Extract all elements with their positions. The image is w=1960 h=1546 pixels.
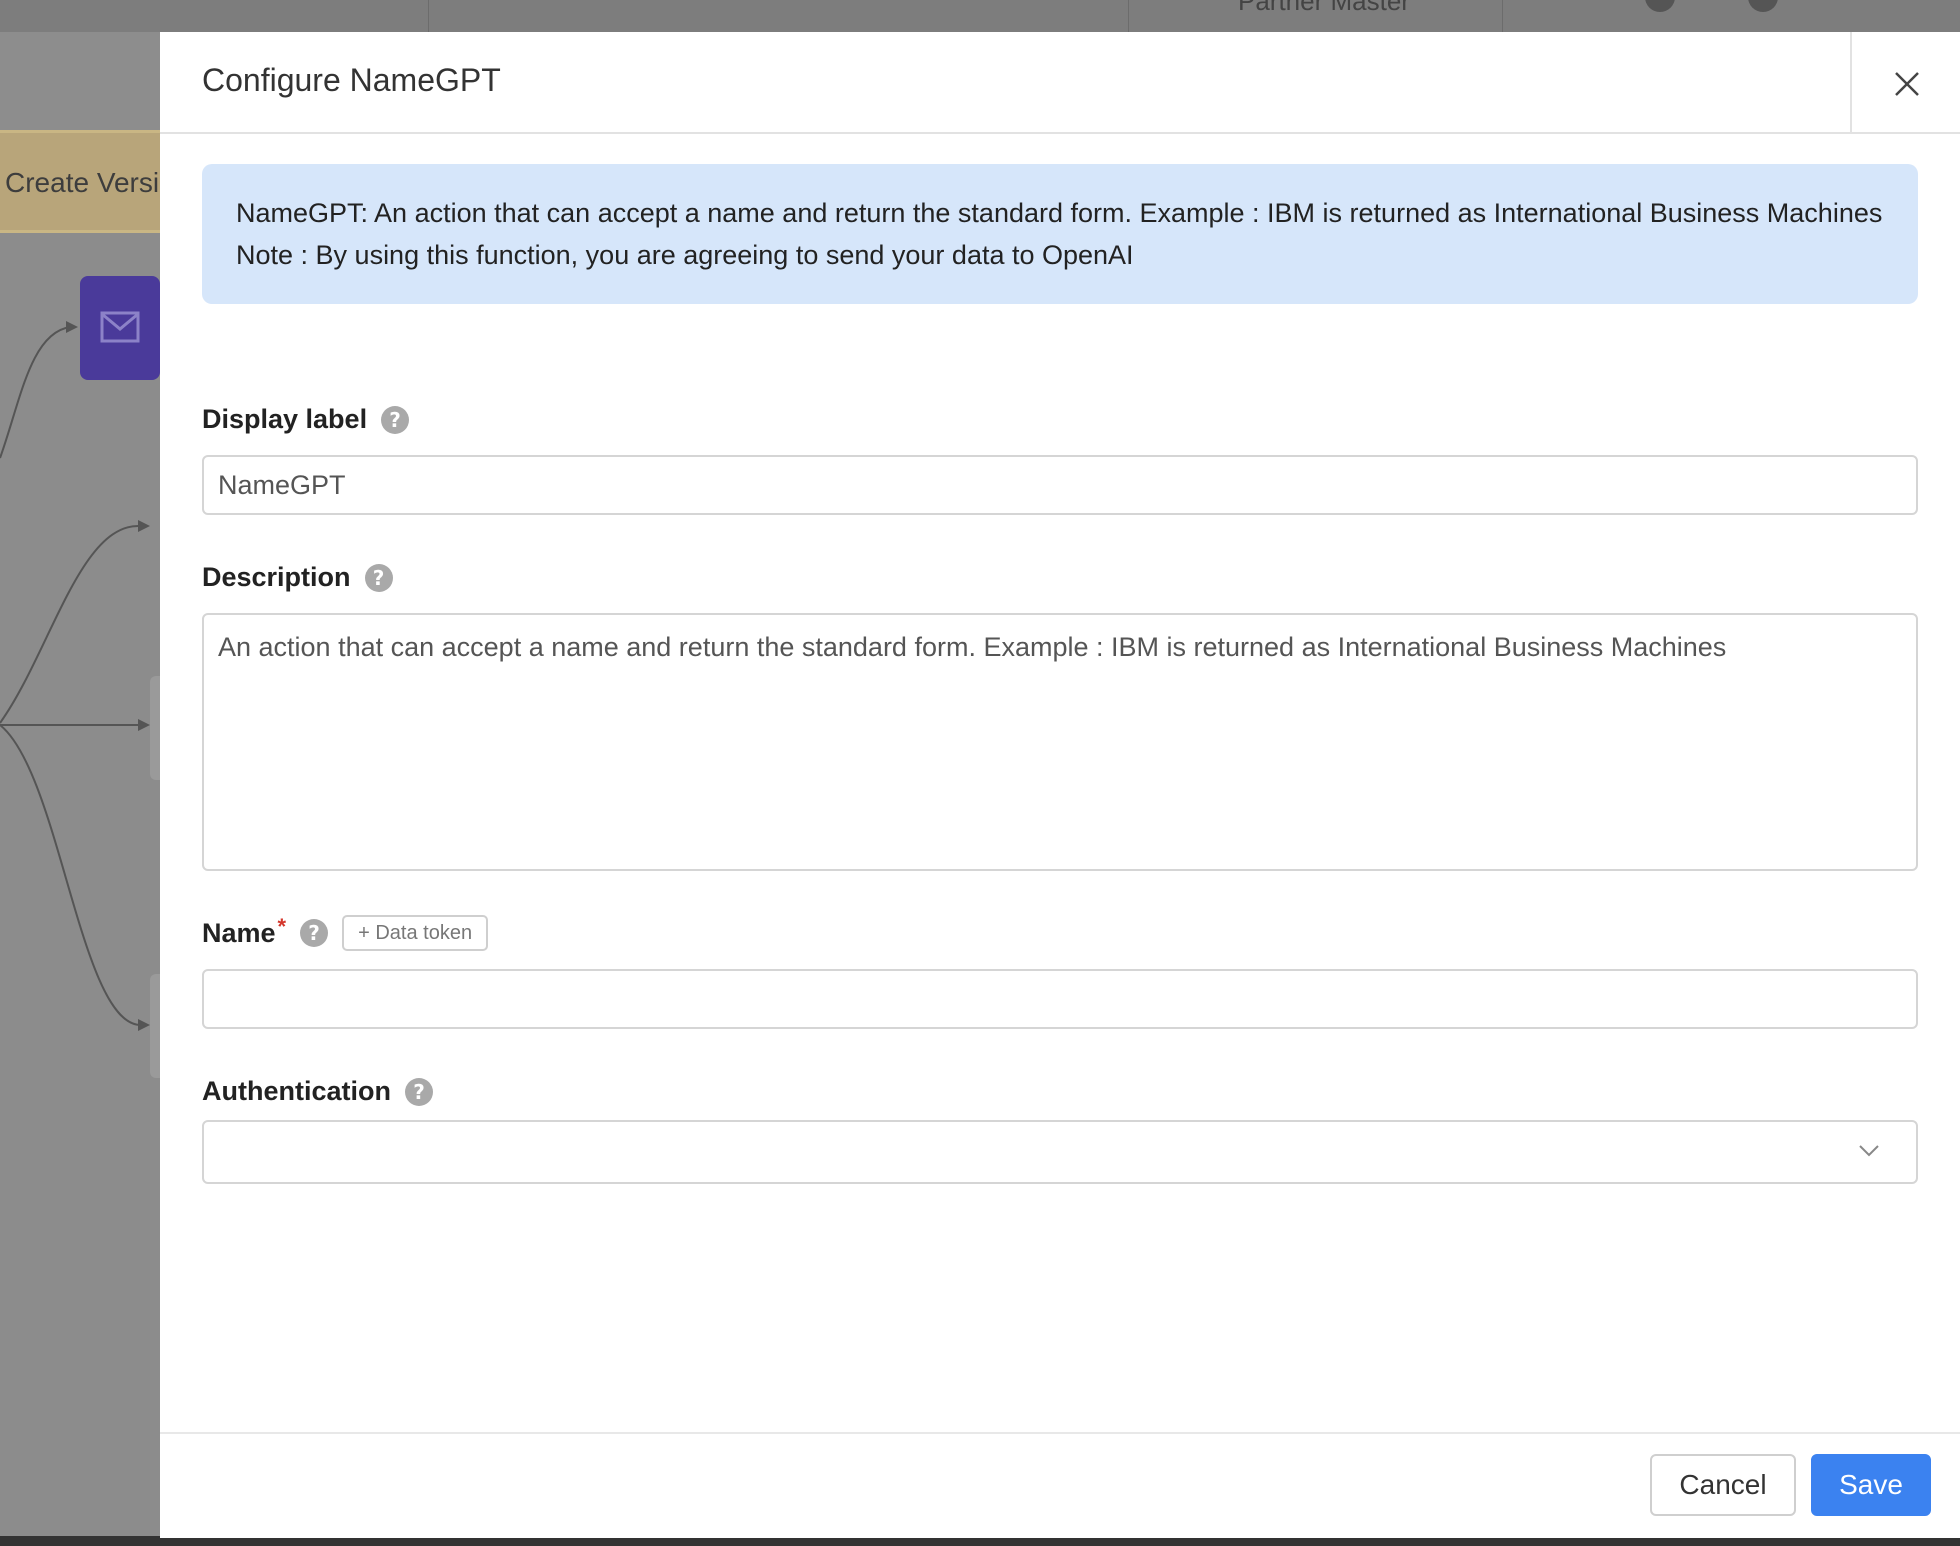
- description-textarea[interactable]: An action that can accept a name and ret…: [202, 613, 1918, 871]
- modal-header: Configure NameGPT: [160, 32, 1960, 134]
- name-label-text: Name: [202, 917, 276, 948]
- authentication-label: Authentication ?: [202, 1076, 433, 1107]
- app-top-bar: Partner Master: [0, 0, 1960, 32]
- create-version-button[interactable]: Create Versi: [0, 130, 160, 233]
- add-data-token-button[interactable]: + Data token: [342, 915, 489, 951]
- flow-node-edge: [150, 974, 160, 1078]
- avatar: [1645, 0, 1675, 12]
- close-button[interactable]: [1850, 32, 1960, 134]
- configure-modal: Configure NameGPT NameGPT: An action tha…: [160, 32, 1960, 1538]
- create-version-label: Create Versi: [5, 167, 160, 198]
- chevron-down-icon: [1859, 1145, 1879, 1157]
- top-bar-divider: [1128, 0, 1129, 32]
- authentication-select[interactable]: [202, 1120, 1918, 1184]
- description-label: Description ?: [202, 562, 393, 593]
- authentication-label-text: Authentication: [202, 1076, 391, 1106]
- info-banner: NameGPT: An action that can accept a nam…: [202, 164, 1918, 304]
- display-label-label: Display label ?: [202, 404, 410, 435]
- required-marker: *: [277, 914, 287, 939]
- description-value: An action that can accept a name and ret…: [218, 632, 1727, 662]
- top-bar-divider: [1502, 0, 1503, 32]
- top-bar-divider: [428, 0, 429, 32]
- display-label-text: Display label: [202, 404, 368, 434]
- flow-node-edge: [150, 676, 160, 780]
- flow-node-email[interactable]: [80, 276, 160, 380]
- modal-title: Configure NameGPT: [202, 62, 501, 98]
- modal-footer: Cancel Save: [160, 1432, 1960, 1538]
- display-label-value: NameGPT: [218, 469, 346, 500]
- avatar: [1748, 0, 1778, 12]
- display-label-input[interactable]: NameGPT: [202, 455, 1918, 515]
- cancel-button[interactable]: Cancel: [1650, 1454, 1796, 1516]
- app-toolbar-band: [0, 32, 160, 130]
- top-bar-tab-label: Partner Master: [1238, 0, 1410, 16]
- name-label: Name * ? + Data token: [202, 914, 489, 951]
- help-icon[interactable]: ?: [405, 1077, 433, 1106]
- description-label-text: Description: [202, 562, 351, 592]
- help-icon[interactable]: ?: [300, 919, 329, 947]
- save-button[interactable]: Save: [1811, 1454, 1931, 1516]
- help-icon[interactable]: ?: [364, 563, 393, 592]
- envelope-icon: [100, 311, 140, 343]
- close-icon: [1895, 72, 1919, 96]
- name-input[interactable]: [202, 969, 1918, 1029]
- help-icon[interactable]: ?: [381, 405, 410, 434]
- flow-connectors: [0, 321, 150, 1031]
